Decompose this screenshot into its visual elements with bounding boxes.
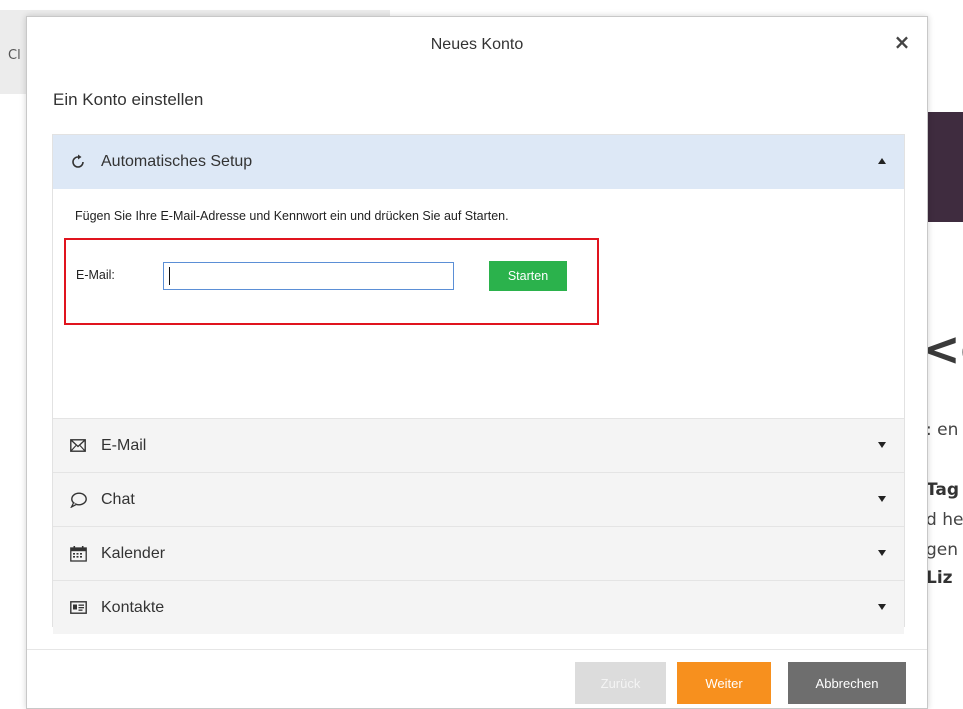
background-banner	[928, 112, 963, 222]
next-button[interactable]: Weiter	[677, 662, 771, 704]
envelope-icon	[67, 439, 89, 452]
start-button[interactable]: Starten	[489, 261, 567, 291]
chevron-up-icon	[878, 158, 886, 164]
auto-setup-panel: Fügen Sie Ihre E-Mail-Adresse und Kennwo…	[53, 189, 904, 418]
chevron-down-icon	[878, 549, 886, 556]
contact-card-icon	[67, 601, 89, 614]
dialog-subtitle: Ein Konto einstellen	[53, 90, 204, 109]
accordion-label: Chat	[101, 490, 135, 508]
refresh-icon	[67, 154, 89, 170]
auto-setup-instruction: Fügen Sie Ihre E-Mail-Adresse und Kennwo…	[75, 209, 509, 223]
footer-divider	[27, 649, 927, 650]
chevron-down-icon	[878, 495, 886, 502]
accordion-header-chat[interactable]: Chat	[53, 472, 904, 526]
background-heading-fragment: <e	[928, 322, 963, 376]
cancel-button[interactable]: Abbrechen	[788, 662, 906, 704]
chat-bubble-icon	[67, 491, 89, 508]
background-page-right: <e : en Tag d he gen Liz	[928, 0, 963, 709]
close-icon[interactable]: ×	[891, 31, 913, 53]
accordion-header-auto-setup[interactable]: Automatisches Setup	[53, 135, 904, 189]
accordion-label: E-Mail	[101, 436, 147, 454]
accordion-label: Kalender	[101, 544, 166, 562]
background-text-fragment: Tag	[928, 480, 960, 500]
email-label: E-Mail:	[76, 268, 115, 282]
accordion-header-contacts[interactable]: Kontakte	[53, 580, 904, 634]
background-text-fragment: gen	[928, 540, 959, 560]
email-input[interactable]	[163, 262, 454, 290]
dialog-title: Neues Konto	[430, 36, 524, 53]
accordion-label: Automatisches Setup	[101, 153, 253, 170]
account-type-accordion: Automatisches Setup Fügen Sie Ihre E-Mai…	[52, 134, 905, 634]
background-text-fragment: : en	[928, 420, 959, 440]
accordion-label: Kontakte	[101, 598, 165, 616]
new-account-dialog: Neues Konto × Ein Konto einstellen Autom…	[26, 16, 928, 709]
chevron-down-icon	[878, 603, 886, 610]
chevron-down-icon	[878, 441, 886, 448]
back-button[interactable]: Zurück	[575, 662, 666, 704]
accordion-header-email[interactable]: E-Mail	[53, 418, 904, 472]
background-text-fragment: Liz	[928, 568, 953, 588]
accordion-header-calendar[interactable]: Kalender	[53, 526, 904, 580]
calendar-icon	[67, 545, 89, 562]
background-text-fragment: d he	[928, 510, 963, 530]
background-left-text: Cl	[8, 48, 21, 63]
text-cursor	[169, 267, 170, 285]
